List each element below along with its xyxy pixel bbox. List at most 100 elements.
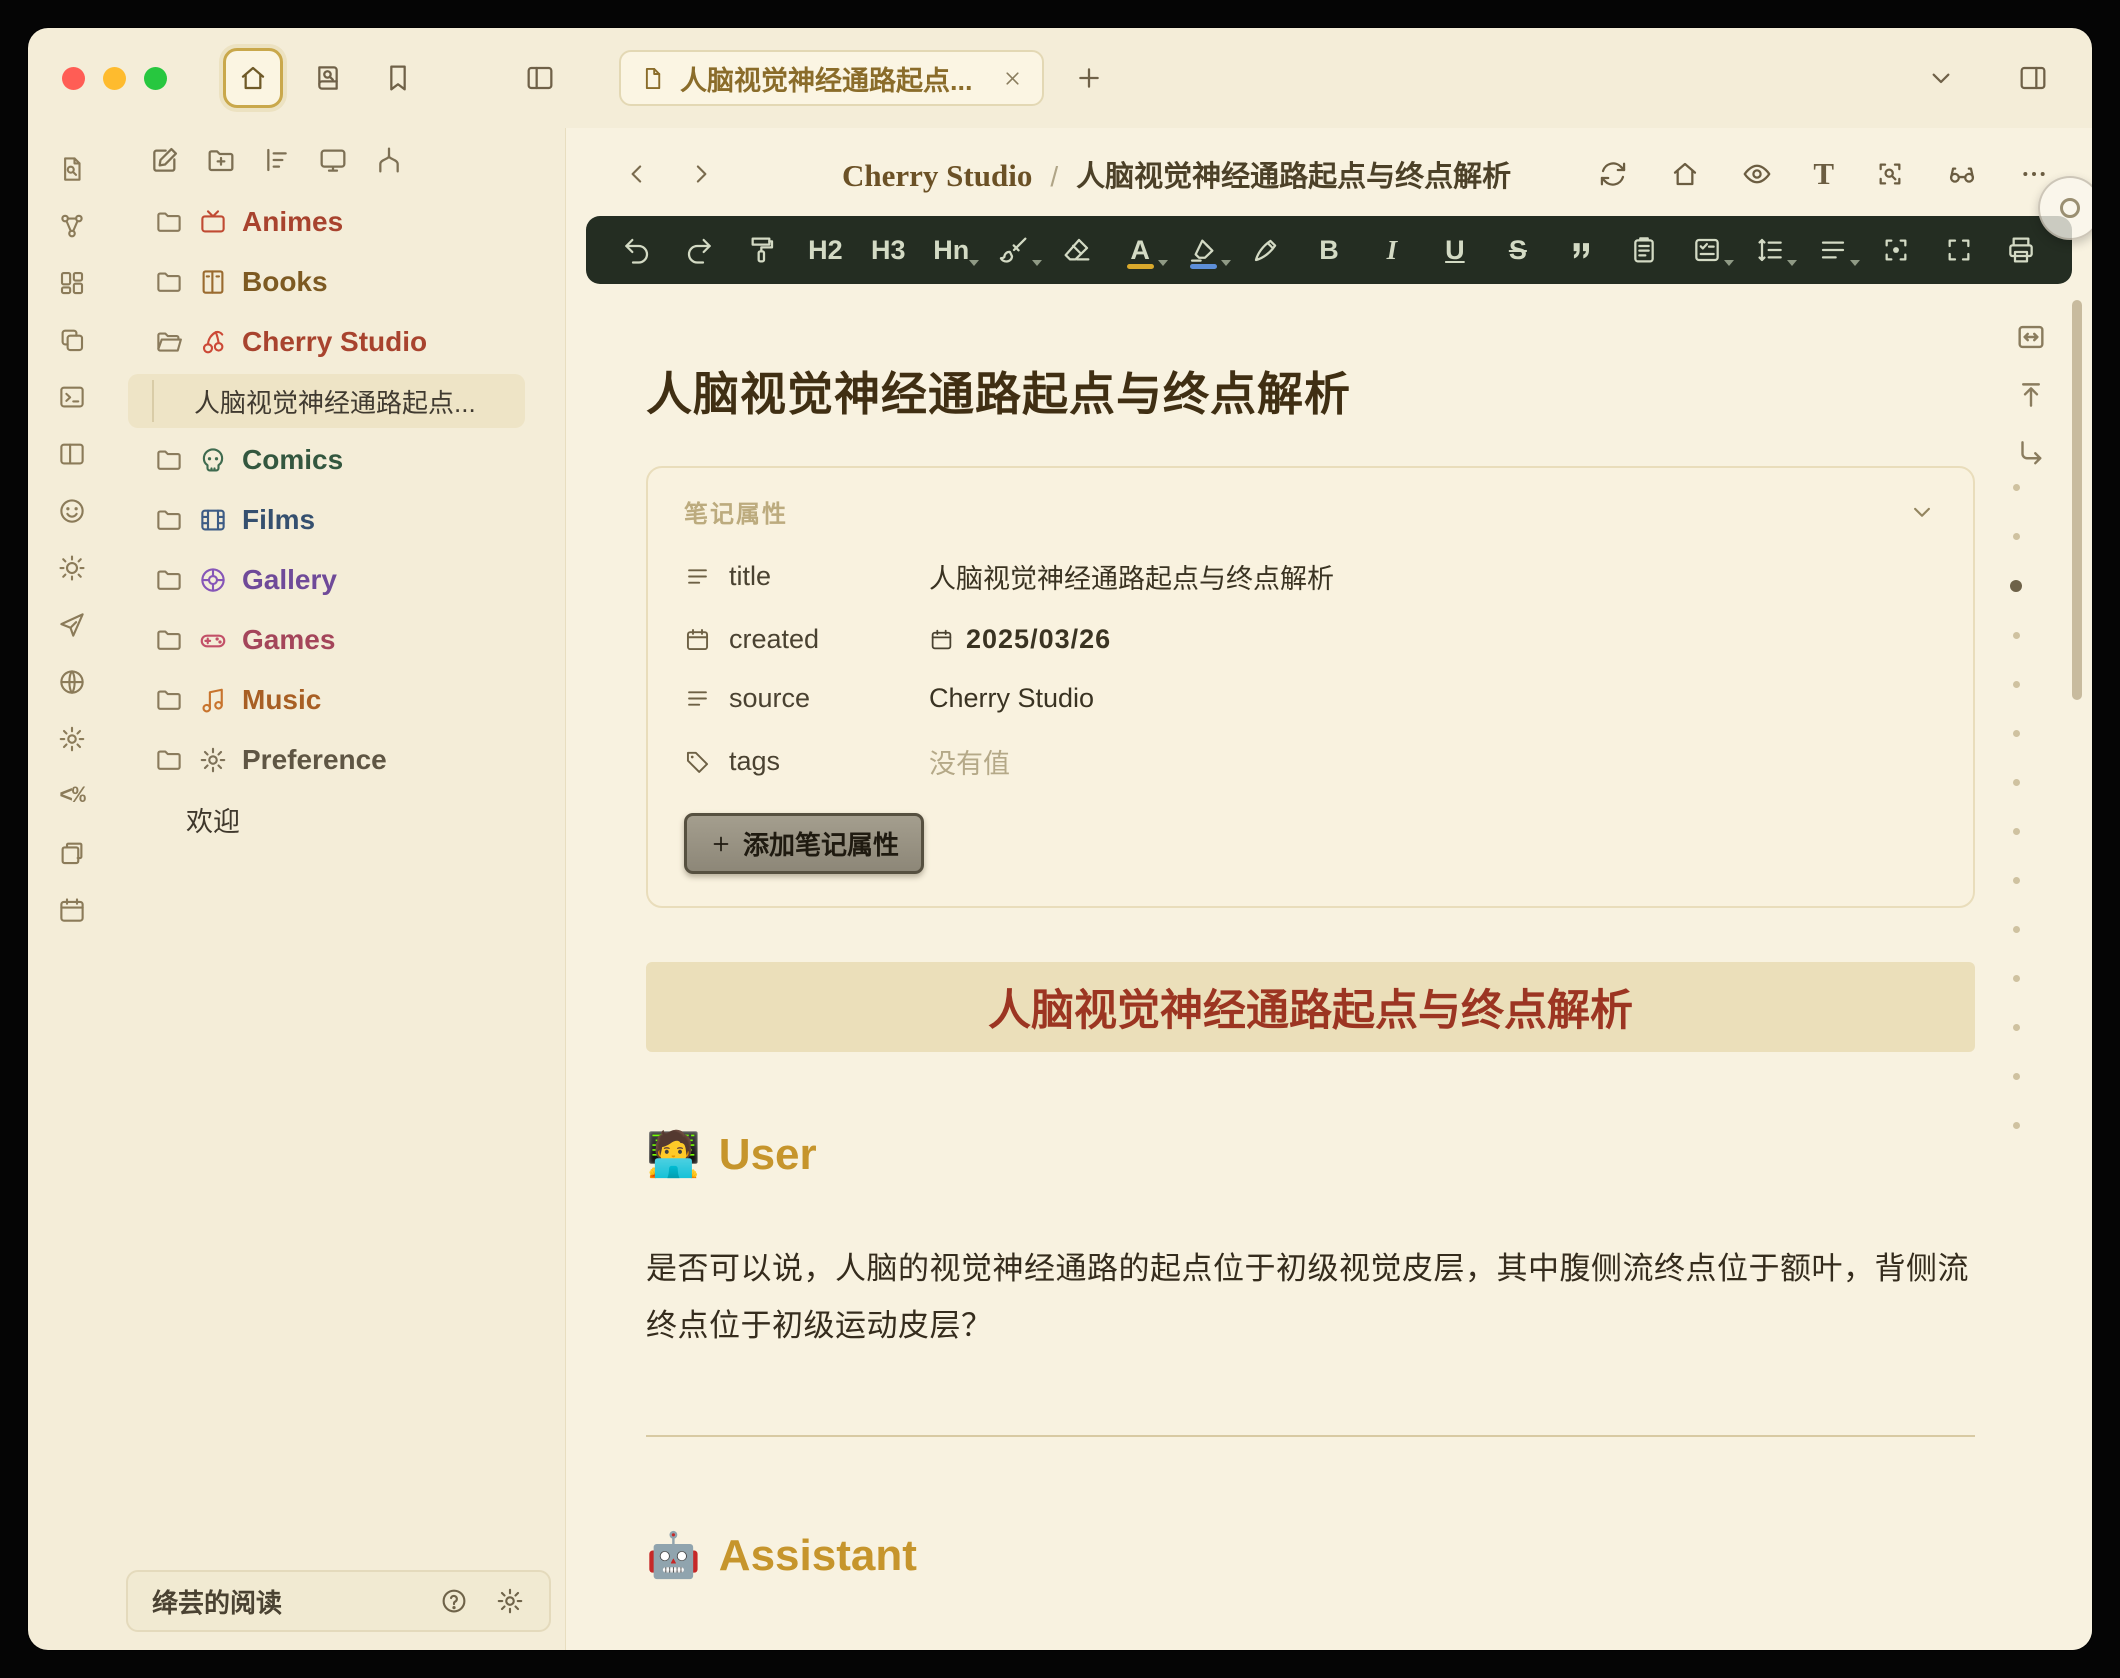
collapse-properties-icon[interactable] (1907, 497, 1937, 527)
assistant-message[interactable]: 关于人脑视觉神经通路的起点和终点，您的描述存在部分不准确之处。以下是视觉通路的关… (646, 1641, 1975, 1650)
sidebar-folder-films[interactable]: Films (116, 490, 565, 550)
rail-calendar-button[interactable] (54, 895, 90, 925)
outline-dot[interactable] (2013, 877, 2020, 884)
outline-dot[interactable] (2013, 1024, 2020, 1031)
outline-dot[interactable] (2013, 681, 2020, 688)
sidebar-folder-gallery[interactable]: Gallery (116, 550, 565, 610)
italic-button[interactable]: I (1369, 228, 1414, 273)
focus-mode-button[interactable] (1873, 228, 1918, 273)
sidebar-folder-preference[interactable]: Preference (116, 730, 565, 790)
flow-icon[interactable] (373, 144, 405, 176)
toggle-sidebar-button[interactable] (515, 53, 565, 103)
heading2-button[interactable]: H2 (803, 228, 848, 273)
paint-brush-button[interactable] (992, 228, 1037, 273)
sidebar-item-active-note[interactable]: 人脑视觉神经通路起点... (128, 374, 525, 428)
quote-button[interactable] (1558, 228, 1603, 273)
rail-copy-button[interactable] (54, 325, 90, 355)
sort-icon[interactable] (261, 144, 293, 176)
new-tab-button[interactable] (1064, 53, 1114, 103)
bold-button[interactable]: B (1306, 228, 1351, 273)
close-window-button[interactable] (62, 67, 85, 90)
property-value[interactable]: 人脑视觉神经通路起点与终点解析 (929, 557, 1334, 596)
outline-dot[interactable] (2013, 632, 2020, 639)
eye-icon[interactable] (1741, 158, 1773, 190)
outline-dot[interactable] (2013, 533, 2020, 540)
highlight-button[interactable] (1181, 228, 1226, 273)
outline-dot[interactable] (2013, 828, 2020, 835)
tab-close-icon[interactable] (1001, 67, 1024, 90)
print-button[interactable] (1999, 228, 2044, 273)
document-title[interactable]: 人脑视觉神经通路起点与终点解析 (646, 358, 1975, 424)
user-message[interactable]: 是否可以说，人脑的视觉神经通路的起点位于初级视觉皮层，其中腹侧流终点位于额叶，背… (646, 1240, 1975, 1355)
sidebar-folder-books[interactable]: Books (116, 252, 565, 312)
rail-layout-button[interactable] (54, 439, 90, 469)
heading3-button[interactable]: H3 (866, 228, 911, 273)
sidebar-folder-games[interactable]: Games (116, 610, 565, 670)
ink-pen-button[interactable] (1244, 228, 1289, 273)
tab-list-button[interactable] (1916, 53, 1966, 103)
sidebar-item-welcome[interactable]: 欢迎 (116, 790, 565, 848)
rail-appearance-button[interactable] (54, 553, 90, 583)
sidebar-folder-cherry-studio[interactable]: Cherry Studio (116, 312, 565, 372)
sidebar-folder-animes[interactable]: Animes (116, 192, 565, 252)
folder-plus-icon[interactable] (205, 144, 237, 176)
outline-dot[interactable] (2013, 484, 2020, 491)
help-icon[interactable] (439, 1586, 469, 1616)
rail-terminal-button[interactable] (54, 382, 90, 412)
back-to-top-button[interactable] (2014, 378, 2048, 412)
undo-button[interactable] (614, 228, 659, 273)
outline-dot[interactable] (2013, 926, 2020, 933)
strikethrough-button[interactable]: S (1495, 228, 1540, 273)
sidebar-folder-comics[interactable]: Comics (116, 430, 565, 490)
rail-web-button[interactable] (54, 667, 90, 697)
fullscreen-button[interactable] (1936, 228, 1981, 273)
align-button[interactable] (1810, 228, 1855, 273)
page-width-button[interactable] (2014, 320, 2048, 354)
underline-button[interactable]: U (1432, 228, 1477, 273)
property-value[interactable]: Cherry Studio (929, 683, 1094, 714)
sidebar-folder-music[interactable]: Music (116, 670, 565, 730)
rail-kanban-button[interactable] (54, 268, 90, 298)
outline-dot[interactable] (2013, 1073, 2020, 1080)
heading-level-button[interactable]: Hn (929, 228, 974, 273)
rail-settings-button[interactable] (54, 724, 90, 754)
property-value[interactable]: 2025/03/26 (929, 624, 1111, 655)
zoom-window-button[interactable] (144, 67, 167, 90)
font-color-button[interactable]: A (1118, 228, 1163, 273)
outline-dot[interactable] (2013, 975, 2020, 982)
search-notes-button[interactable] (303, 53, 353, 103)
redo-button[interactable] (677, 228, 722, 273)
compose-icon[interactable] (149, 144, 181, 176)
clear-format-button[interactable] (1055, 228, 1100, 273)
rail-emoji-button[interactable] (54, 496, 90, 526)
rail-doc-search-button[interactable] (54, 154, 90, 184)
more-icon[interactable] (2018, 158, 2050, 190)
document-heading-banner[interactable]: 人脑视觉神经通路起点与终点解析 (646, 962, 1975, 1052)
line-height-button[interactable] (1747, 228, 1792, 273)
clipboard-button[interactable] (1621, 228, 1666, 273)
journal-button[interactable] (373, 53, 423, 103)
todo-list-button[interactable] (1684, 228, 1729, 273)
rail-windows-button[interactable] (54, 838, 90, 868)
outline-dot[interactable] (2010, 580, 2022, 592)
scroll-down-button[interactable] (2014, 436, 2048, 470)
back-button[interactable] (622, 159, 652, 189)
breadcrumb-document[interactable]: 人脑视觉神经通路起点与终点解析 (1076, 153, 1511, 195)
forward-button[interactable] (686, 159, 716, 189)
toggle-right-panel-button[interactable] (2008, 53, 2058, 103)
home-icon[interactable] (1669, 158, 1701, 190)
outline-dot[interactable] (2013, 779, 2020, 786)
tab-current[interactable]: 人脑视觉神经通路起点... (619, 50, 1044, 106)
property-value[interactable]: 没有值 (929, 742, 1010, 781)
minimize-window-button[interactable] (103, 67, 126, 90)
text-icon[interactable]: T (1813, 156, 1834, 192)
breadcrumb-notebook[interactable]: Cherry Studio (842, 158, 1032, 194)
home-button[interactable] (223, 48, 283, 108)
outline-dot[interactable] (2013, 1122, 2020, 1129)
glasses-icon[interactable] (1946, 158, 1978, 190)
format-painter-button[interactable] (740, 228, 785, 273)
settings-icon[interactable] (495, 1586, 525, 1616)
vertical-scrollbar[interactable] (2072, 300, 2082, 700)
display-icon[interactable] (317, 144, 349, 176)
rail-share-button[interactable] (54, 610, 90, 640)
